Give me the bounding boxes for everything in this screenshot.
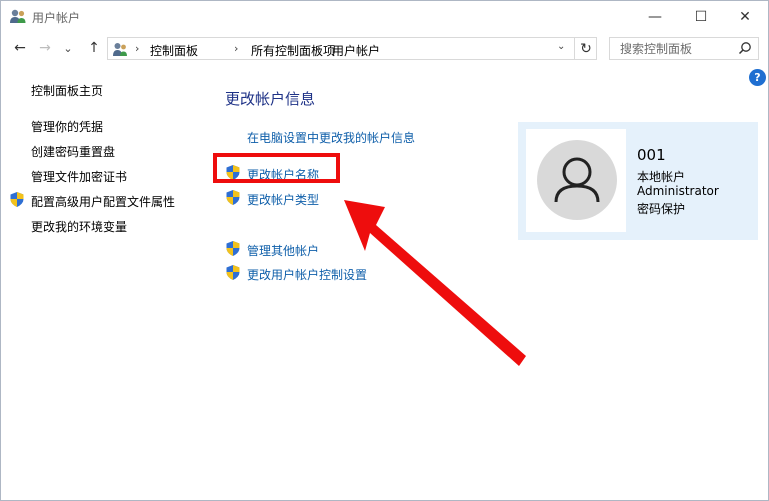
change-account-type-link[interactable]: 更改帐户类型: [247, 191, 319, 208]
avatar-frame: [526, 129, 626, 232]
account-role: Administrator: [637, 184, 719, 198]
search-icon[interactable]: [738, 41, 752, 55]
account-name: 001: [637, 146, 666, 164]
breadcrumb-separator[interactable]: ›: [135, 42, 139, 55]
user-accounts-icon: [10, 9, 26, 23]
sidebar-control-panel-home[interactable]: 控制面板主页: [31, 82, 103, 99]
breadcrumb-separator[interactable]: ›: [317, 42, 321, 55]
up-button[interactable]: ↑: [84, 38, 104, 58]
minimize-button[interactable]: —: [632, 1, 678, 32]
account-card: 001 本地帐户 Administrator 密码保护: [518, 122, 758, 240]
help-icon[interactable]: ?: [749, 69, 766, 86]
breadcrumb-control-panel[interactable]: 控制面板: [150, 42, 198, 59]
control-panel-icon: [113, 43, 127, 56]
account-type: 本地帐户: [637, 170, 686, 184]
page-title: 更改帐户信息: [225, 90, 316, 108]
search-input[interactable]: [610, 38, 740, 59]
manage-other-accounts-link[interactable]: 管理其他帐户: [247, 242, 319, 259]
user-silhouette-icon: [554, 157, 600, 203]
avatar: [537, 140, 617, 220]
recent-locations-dropdown[interactable]: ⌄: [62, 38, 74, 58]
sidebar-item-manage-credentials[interactable]: 管理你的凭据: [31, 118, 103, 135]
uac-shield-icon: [226, 190, 240, 205]
close-button[interactable]: ✕: [722, 1, 768, 32]
window-title: 用户帐户: [32, 11, 81, 25]
address-dropdown-icon[interactable]: ⌄: [557, 41, 565, 52]
uac-settings-link[interactable]: 更改用户帐户控制设置: [247, 266, 367, 283]
refresh-button[interactable]: ↻: [574, 37, 597, 60]
address-bar[interactable]: › 控制面板 › 所有控制面板项 › 用户帐户 ⌄ ↻: [107, 37, 597, 60]
uac-shield-icon: [226, 241, 240, 256]
back-button[interactable]: ←: [10, 38, 30, 58]
breadcrumb-separator[interactable]: ›: [234, 42, 238, 55]
title-bar: 用户帐户 — ☐ ✕: [1, 1, 768, 32]
maximize-button[interactable]: ☐: [678, 1, 724, 32]
forward-button[interactable]: →: [35, 38, 55, 58]
sidebar-item-password-reset-disk[interactable]: 创建密码重置盘: [31, 143, 115, 160]
uac-shield-icon: [10, 192, 24, 207]
sidebar-item-file-encryption-certs[interactable]: 管理文件加密证书: [31, 168, 127, 185]
control-panel-window: 用户帐户 — ☐ ✕ ← → ⌄ ↑ › 控制面板 › 所有控制面板项 › 用户…: [0, 0, 769, 501]
annotation-highlight-box: [213, 153, 340, 183]
uac-shield-icon: [226, 265, 240, 280]
breadcrumb-all-items[interactable]: 所有控制面板项: [251, 42, 335, 59]
sidebar-item-advanced-profile-properties[interactable]: 配置高级用户配置文件属性: [31, 193, 175, 210]
search-box[interactable]: [609, 37, 759, 60]
pc-settings-link[interactable]: 在电脑设置中更改我的帐户信息: [247, 129, 415, 146]
account-protection: 密码保护: [637, 202, 686, 216]
navigation-bar: ← → ⌄ ↑ › 控制面板 › 所有控制面板项 › 用户帐户 ⌄ ↻: [1, 34, 768, 64]
breadcrumb-user-accounts[interactable]: 用户帐户: [332, 42, 380, 59]
sidebar-item-environment-variables[interactable]: 更改我的环境变量: [31, 218, 127, 235]
